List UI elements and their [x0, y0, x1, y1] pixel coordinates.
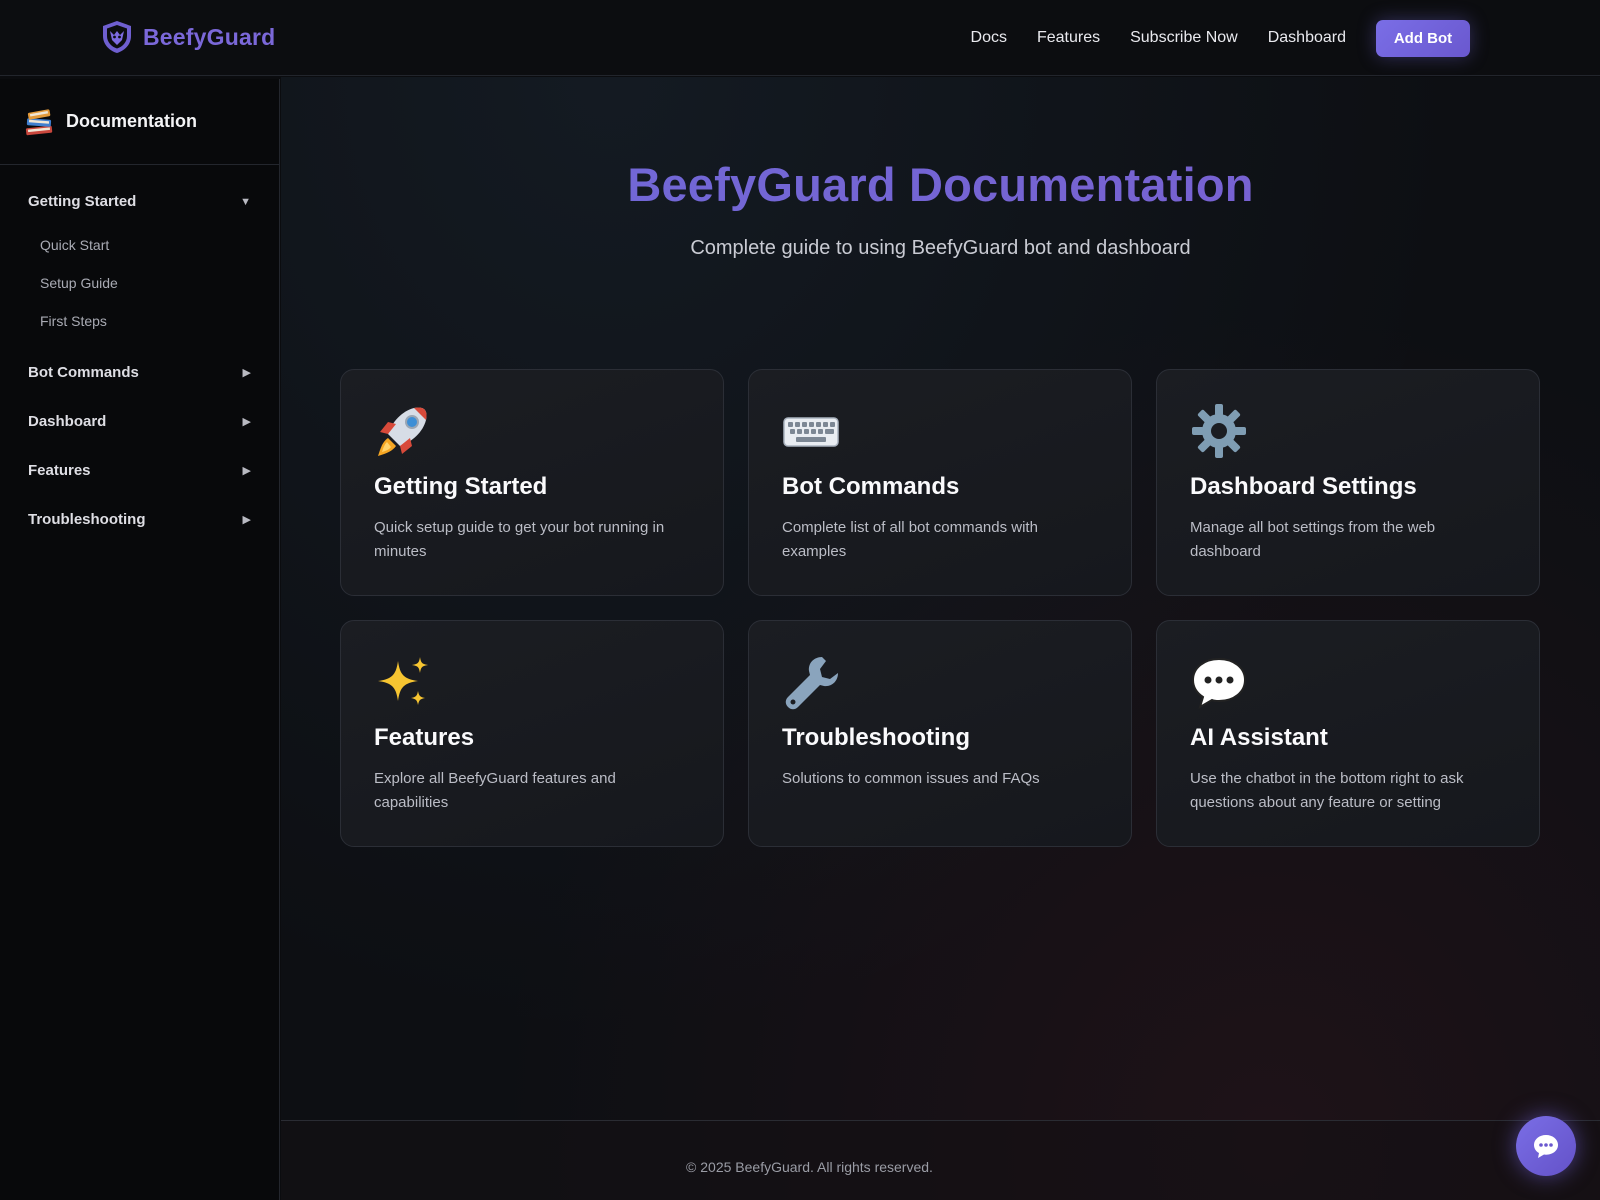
card-description: Explore all BeefyGuard features and capa…	[374, 770, 616, 811]
docs-card-grid: Getting Started Quick setup guide to get…	[340, 369, 1541, 847]
sidebar-group-getting-started: Getting Started ▼ Quick Start Setup Guid…	[0, 177, 279, 340]
shield-icon	[103, 21, 131, 53]
chevron-down-icon: ▼	[240, 195, 251, 208]
keyboard-icon	[783, 417, 839, 447]
sidebar-section-label: Features	[28, 462, 91, 479]
nav-link-dashboard[interactable]: Dashboard	[1268, 19, 1346, 57]
footer-copyright: © 2025 BeefyGuard. All rights reserved.	[686, 1159, 933, 1175]
gear-icon	[1192, 404, 1246, 458]
sidebar-section-label: Getting Started	[28, 193, 137, 210]
page-title: BeefyGuard Documentation	[281, 157, 1600, 212]
rocket-icon	[378, 407, 427, 456]
add-bot-button[interactable]: Add Bot	[1376, 19, 1470, 57]
card-title: Getting Started	[374, 473, 548, 500]
sidebar-section-features[interactable]: Features ▶	[0, 446, 279, 495]
card-ai-assistant[interactable]: AI Assistant Use the chatbot in the bott…	[1156, 620, 1540, 847]
chat-bubble-icon	[1534, 1135, 1558, 1158]
card-dashboard-settings[interactable]: Dashboard Settings Manage all bot settin…	[1156, 369, 1540, 596]
sidebar-item-quick-start[interactable]: Quick Start	[0, 226, 279, 264]
card-bot-commands[interactable]: Bot Commands Complete list of all bot co…	[748, 369, 1132, 596]
sidebar-section-troubleshooting[interactable]: Troubleshooting ▶	[0, 495, 279, 544]
card-description: Manage all bot settings from the web das…	[1190, 519, 1436, 560]
nav-link-features[interactable]: Features	[1037, 19, 1100, 57]
card-title: Bot Commands	[782, 473, 960, 500]
card-title: Troubleshooting	[782, 724, 970, 751]
nav-link-docs[interactable]: Docs	[971, 19, 1007, 57]
sidebar-section-label: Troubleshooting	[28, 511, 146, 528]
sidebar-section-label: Dashboard	[28, 413, 107, 430]
chevron-right-icon: ▶	[242, 367, 251, 379]
page-footer: © 2025 BeefyGuard. All rights reserved.	[281, 1120, 1600, 1200]
main-content: BeefyGuard Documentation Complete guide …	[281, 77, 1600, 1200]
books-icon	[25, 108, 53, 135]
sidebar-title: Documentation	[66, 111, 198, 131]
card-features[interactable]: Features Explore all BeefyGuard features…	[340, 620, 724, 847]
card-description: Solutions to common issues and FAQs	[782, 770, 1040, 787]
top-navbar: BeefyGuard Docs Features Subscribe Now D…	[0, 0, 1600, 76]
brand-name: BeefyGuard	[143, 23, 276, 50]
sidebar-section-label: Bot Commands	[28, 364, 139, 381]
card-title: Features	[374, 724, 475, 751]
card-title: Dashboard Settings	[1190, 473, 1417, 500]
card-description: Use the chatbot in the bottom right to a…	[1190, 770, 1464, 811]
sidebar-section-bot-commands[interactable]: Bot Commands ▶	[0, 348, 279, 397]
chevron-right-icon: ▶	[242, 514, 251, 526]
sparkles-icon	[378, 657, 428, 705]
page-subtitle: Complete guide to using BeefyGuard bot a…	[690, 237, 1191, 259]
brand-logo-link[interactable]: BeefyGuard	[101, 20, 275, 54]
card-title: AI Assistant	[1190, 724, 1328, 751]
chatbot-button[interactable]	[1516, 1116, 1576, 1176]
chevron-right-icon: ▶	[242, 416, 251, 428]
sidebar-section-dashboard[interactable]: Dashboard ▶	[0, 397, 279, 446]
speech-bubble-icon	[1191, 657, 1247, 710]
card-description: Quick setup guide to get your bot runnin…	[374, 519, 665, 560]
chevron-right-icon: ▶	[242, 465, 251, 477]
sidebar-header: Documentation	[0, 79, 279, 165]
main-nav: Docs Features Subscribe Now Dashboard Ad…	[971, 19, 1470, 57]
card-description: Complete list of all bot commands with e…	[782, 519, 1038, 560]
wrench-icon	[785, 657, 838, 710]
sidebar-section-getting-started[interactable]: Getting Started ▼	[0, 177, 279, 226]
nav-link-subscribe[interactable]: Subscribe Now	[1130, 19, 1238, 57]
card-troubleshooting[interactable]: Troubleshooting Solutions to common issu…	[748, 620, 1132, 847]
sidebar-item-setup-guide[interactable]: Setup Guide	[0, 264, 279, 302]
card-getting-started[interactable]: Getting Started Quick setup guide to get…	[340, 369, 724, 596]
sidebar-item-first-steps[interactable]: First Steps	[0, 302, 279, 340]
docs-sidebar: Documentation Getting Started ▼ Quick St…	[0, 79, 280, 1200]
